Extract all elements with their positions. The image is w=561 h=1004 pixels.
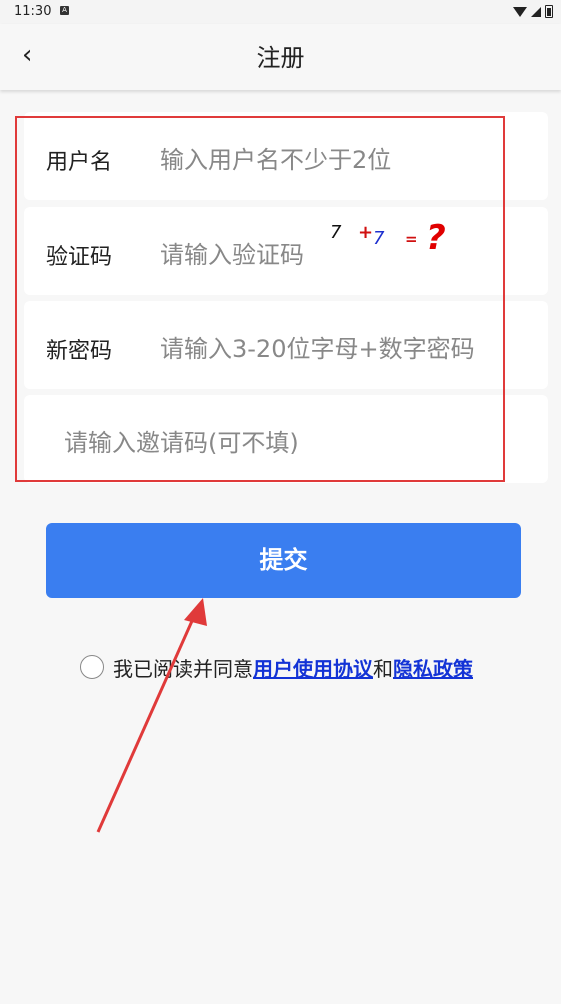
arrow-shaft (96, 611, 198, 833)
status-bar: 11:30 A (0, 0, 561, 24)
notification-icon: A (60, 6, 69, 15)
submit-button[interactable]: 提交 (46, 523, 521, 598)
wifi-icon (513, 6, 527, 17)
signal-icon (531, 6, 541, 17)
status-icons (513, 5, 553, 18)
privacy-link[interactable]: 隐私政策 (393, 657, 473, 681)
status-time: 11:30 (14, 4, 52, 19)
page-title: 注册 (256, 44, 305, 72)
battery-icon (545, 5, 553, 18)
agree-checkbox[interactable] (80, 655, 104, 679)
agreement-prefix: 我已阅读并同意 (113, 657, 253, 681)
highlight-box (15, 116, 505, 482)
agreement-text: 我已阅读并同意用户使用协议和隐私政策 (113, 653, 473, 682)
agreement-and: 和 (373, 657, 393, 681)
arrow-head (184, 598, 207, 626)
terms-link[interactable]: 用户使用协议 (253, 657, 373, 681)
app-bar: ‹ 注册 (0, 24, 561, 90)
